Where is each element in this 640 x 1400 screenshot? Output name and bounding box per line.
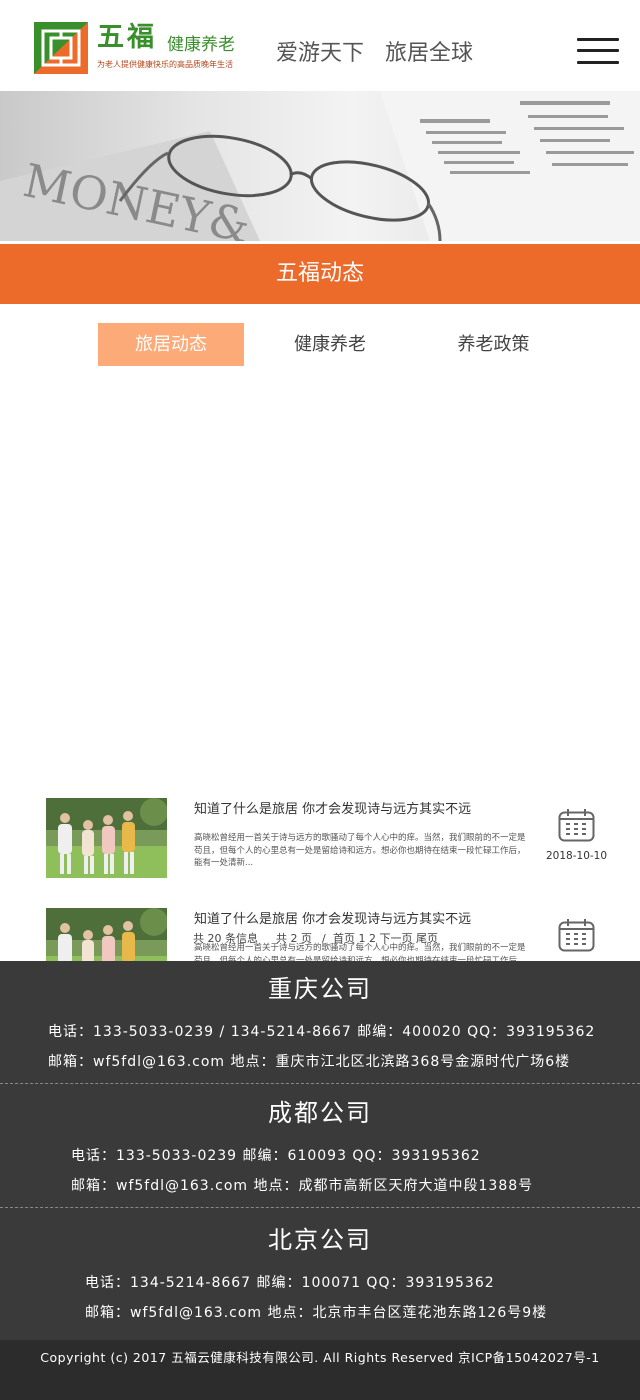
news-tabs: 旅居动态 健康养老 养老政策 xyxy=(0,304,640,399)
office-address-line: 邮箱：wf5fdl@163.com 地点：成都市高新区天府大道中段1388号 xyxy=(71,1178,534,1194)
tab-elderly-policy[interactable]: 养老政策 xyxy=(421,323,566,366)
office-name: 北京公司 xyxy=(268,1226,372,1254)
hamburger-icon[interactable] xyxy=(577,36,619,66)
news-title[interactable]: 知道了什么是旅居 你才会发现诗与远方其实不远 xyxy=(194,910,524,930)
office-name: 成都公司 xyxy=(268,1099,372,1127)
pager-last-link[interactable]: 尾页 xyxy=(416,932,438,945)
office-name: 重庆公司 xyxy=(268,975,372,1003)
office-chengdu: 成都公司 xyxy=(0,1093,640,1133)
tab-health-care[interactable]: 健康养老 xyxy=(259,323,401,366)
tab-travel-news[interactable]: 旅居动态 xyxy=(98,323,244,366)
pager-total-records: 共 20 条信息 xyxy=(193,932,258,945)
office-beijing: 北京公司 xyxy=(0,1220,640,1260)
office-address-line: 邮箱：wf5fdl@163.com 地点：北京市丰台区莲花池东路126号9楼 xyxy=(85,1305,548,1321)
header: 五福 健康养老 为老人提供健康快乐的高品质晚年生活 爱游天下 旅居全球 xyxy=(0,0,640,91)
glasses-newspaper-illustration: MONEY& xyxy=(0,91,640,241)
footer: 重庆公司 电话：133-5033-0239 / 134-5214-8667 邮编… xyxy=(0,961,640,1400)
news-item[interactable]: 知道了什么是旅居 你才会发现诗与远方其实不远 高晓松曾经用一首关于诗与远方的歌骚… xyxy=(0,794,640,904)
pager-next-link[interactable]: 下一页 xyxy=(380,932,413,945)
pager-first-link[interactable]: 首页 xyxy=(333,932,355,945)
office-contact-line: 电话：134-5214-8667 邮编：100071 QQ：393195362 xyxy=(85,1275,495,1291)
header-slogan: 爱游天下 旅居全球 xyxy=(276,41,473,66)
pager-separator: / xyxy=(322,932,326,945)
pager-total-pages: 共 2 页 xyxy=(276,932,312,945)
office-chongqing: 重庆公司 xyxy=(0,969,640,1009)
office-divider xyxy=(0,1083,640,1084)
calendar-icon xyxy=(558,808,595,842)
pager-page-1-link[interactable]: 1 xyxy=(359,932,366,945)
section-title: 五福动态 xyxy=(0,244,640,304)
pager-page-2-link[interactable]: 2 xyxy=(369,932,376,945)
office-contact-line: 电话：133-5033-0239 / 134-5214-8667 邮编：4000… xyxy=(48,1024,596,1040)
pagination: 共 20 条信息 共 2 页 / 首页 1 2 下一页 尾页 xyxy=(0,929,640,949)
logo-icon[interactable] xyxy=(34,22,88,74)
copyright: Copyright (c) 2017 五福云健康科技有限公司. All Righ… xyxy=(0,1340,640,1400)
office-divider xyxy=(0,1207,640,1208)
news-thumbnail[interactable] xyxy=(46,798,167,878)
brand-tagline: 为老人提供健康快乐的高品质晚年生活 xyxy=(97,60,233,69)
news-title[interactable]: 知道了什么是旅居 你才会发现诗与远方其实不远 xyxy=(194,800,524,820)
brand-subtitle: 健康养老 xyxy=(167,35,235,55)
news-date: 2018-10-10 xyxy=(546,850,608,862)
news-summary: 高晓松曾经用一首关于诗与远方的歌骚动了每个人心中的痒。当然，我们眼前的不一定是苟… xyxy=(194,833,526,868)
office-contact-line: 电话：133-5033-0239 邮编：610093 QQ：393195362 xyxy=(71,1148,481,1164)
office-address-line: 邮箱：wf5fdl@163.com 地点：重庆市江北区北滨路368号金源时代广场… xyxy=(48,1054,571,1070)
banner-image: MONEY& xyxy=(0,91,640,241)
brand-name: 五福 xyxy=(97,22,157,53)
